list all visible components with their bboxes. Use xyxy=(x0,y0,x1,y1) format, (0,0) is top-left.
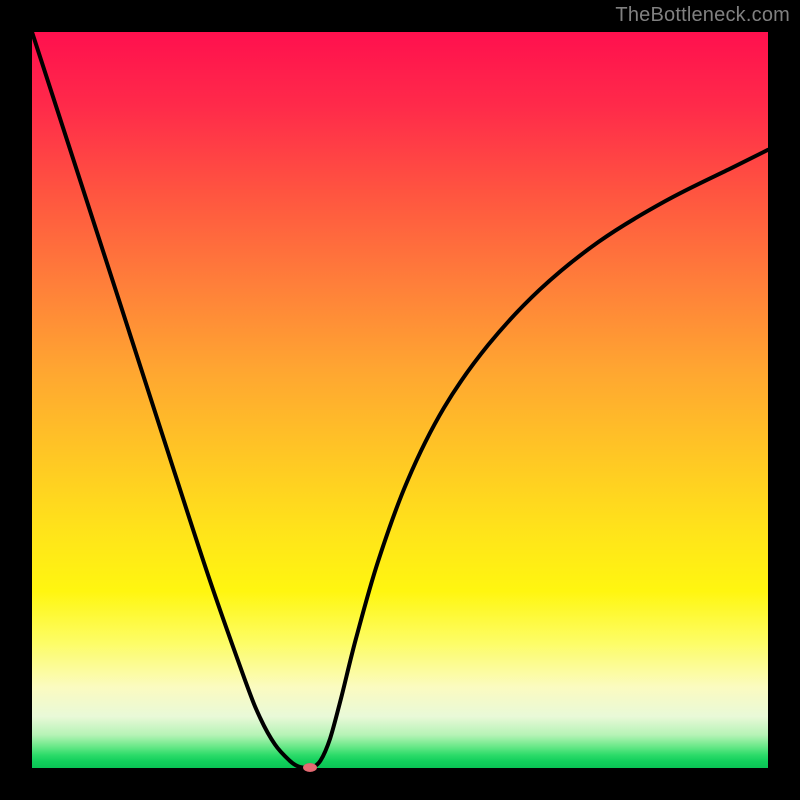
canvas-wrap: TheBottleneck.com xyxy=(0,0,800,800)
bottleneck-curve xyxy=(32,32,768,768)
optimum-marker xyxy=(303,763,317,772)
watermark-text: TheBottleneck.com xyxy=(615,4,790,27)
curve-path xyxy=(32,32,768,768)
plot-area xyxy=(32,32,768,768)
